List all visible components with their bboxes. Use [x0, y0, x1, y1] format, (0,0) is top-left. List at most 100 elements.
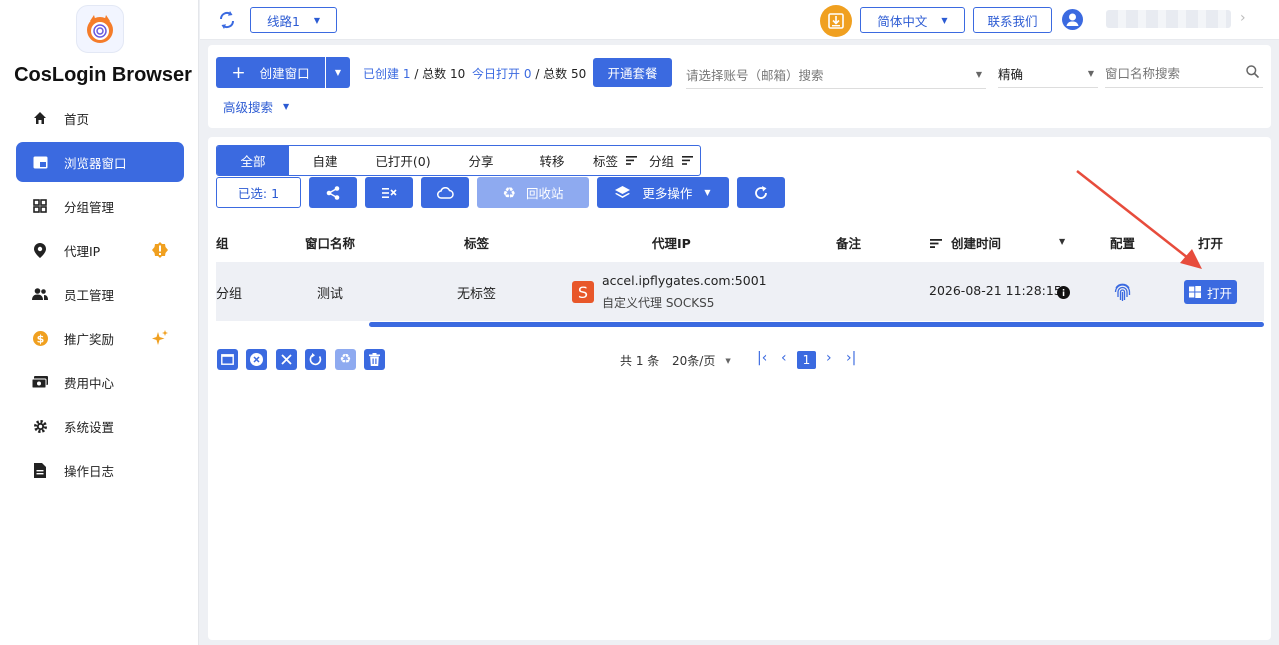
caret-down-icon: ▼	[725, 356, 731, 365]
refresh-list-button[interactable]	[737, 177, 785, 208]
tab-self-created[interactable]: 自建	[289, 146, 361, 175]
tab-label: 标签	[592, 154, 618, 169]
sidebar-item-proxy-ip[interactable]: 代理IP	[16, 230, 184, 270]
prev-page-icon[interactable]: ‹	[781, 350, 787, 366]
sort-icon[interactable]	[930, 237, 942, 252]
sidebar-item-groups[interactable]: 分组管理	[16, 186, 184, 226]
location-pin-icon	[32, 242, 48, 258]
sidebar-item-settings[interactable]: 系统设置	[16, 406, 184, 446]
sidebar-item-label: 系统设置	[64, 419, 115, 435]
layers-icon	[615, 185, 631, 198]
column-header-window-name: 窗口名称	[305, 236, 356, 251]
close-button[interactable]	[276, 349, 297, 370]
window-name-search[interactable]	[1105, 59, 1263, 88]
transfer-icon	[381, 187, 397, 198]
advanced-search-toggle[interactable]: 高级搜索 ▼	[223, 97, 289, 116]
refresh-icon	[755, 185, 767, 199]
route-select[interactable]: 线路1 ▼	[250, 7, 337, 33]
column-header-note: 备注	[836, 236, 862, 251]
info-icon[interactable]	[1057, 286, 1070, 303]
sidebar-item-home[interactable]: 首页	[16, 98, 184, 138]
share-button[interactable]	[309, 177, 357, 208]
blurred-username	[1106, 10, 1231, 28]
sidebar-item-billing[interactable]: 费用中心	[16, 362, 184, 402]
account-search-select[interactable]: 请选择账号（邮箱）搜索 ▼	[686, 60, 986, 89]
sparkle-icon	[152, 330, 168, 349]
recycle-icon: ♻	[339, 352, 352, 367]
proxy-badge-letter: S	[577, 282, 589, 302]
caret-down-icon: ▼	[975, 69, 982, 79]
sidebar-item-label: 操作日志	[64, 463, 115, 479]
restart-button[interactable]	[305, 349, 326, 370]
refresh-icon[interactable]	[218, 10, 236, 34]
tab-shared[interactable]: 分享	[445, 146, 517, 175]
row-group: 分组	[216, 287, 243, 302]
home-icon	[32, 110, 48, 126]
first-page-icon[interactable]: |‹	[757, 350, 767, 366]
created-stat: 已创建 1 / 总数 10	[363, 65, 465, 82]
create-window-dropdown[interactable]: ▼	[326, 57, 350, 88]
plus-icon: +	[231, 62, 246, 83]
close-circle-button[interactable]	[246, 349, 267, 370]
account-icon[interactable]	[1062, 9, 1083, 34]
sidebar-item-browser-windows[interactable]: 浏览器窗口	[16, 142, 184, 182]
delete-button[interactable]	[364, 349, 385, 370]
tab-opened[interactable]: 已打开(0)	[361, 146, 445, 175]
more-actions-label: 更多操作	[642, 186, 693, 201]
sort-icon	[682, 153, 693, 168]
download-icon	[828, 13, 844, 29]
tab-label: 分组	[648, 154, 674, 169]
contact-us-button[interactable]: 联系我们	[973, 7, 1052, 33]
recycle-button[interactable]: ♻	[335, 349, 356, 370]
more-actions-button[interactable]: 更多操作 ▼	[597, 177, 729, 208]
create-window-button[interactable]: + 创建窗口	[216, 57, 325, 88]
window-name-search-input[interactable]	[1105, 65, 1235, 81]
transfer-button[interactable]	[365, 177, 413, 208]
sidebar-item-label: 代理IP	[64, 243, 101, 259]
open-browser-button[interactable]: 打开	[1184, 280, 1237, 304]
created-total: / 总数 10	[414, 67, 466, 81]
caret-down-icon: ▼	[1087, 68, 1094, 78]
brand-name: CosLogin Browser	[14, 64, 192, 86]
sidebar-item-staff[interactable]: 员工管理	[16, 274, 184, 314]
selected-count-button[interactable]: 已选: 1	[216, 177, 301, 208]
cloud-button[interactable]	[421, 177, 469, 208]
close-circle-icon	[250, 353, 263, 366]
caret-down-icon: ▼	[283, 102, 290, 111]
sidebar-item-referral[interactable]: $ 推广奖励	[16, 318, 184, 358]
last-page-icon[interactable]: ›|	[846, 350, 856, 366]
tab-transfer[interactable]: 转移	[517, 146, 587, 175]
close-icon	[281, 354, 292, 365]
next-page-icon[interactable]: ›	[826, 350, 832, 366]
contact-label: 联系我们	[987, 13, 1038, 29]
page-number-current[interactable]: 1	[797, 351, 816, 369]
filter-tabs: 全部 自建 已打开(0) 分享 转移 标签 分组	[216, 145, 701, 176]
sidebar-item-logs[interactable]: 操作日志	[16, 450, 184, 490]
tab-label: 分享	[468, 154, 494, 169]
row-tag: 无标签	[457, 287, 497, 302]
tab-groups[interactable]: 分组	[643, 146, 699, 175]
account-search-placeholder: 请选择账号（邮箱）搜索	[686, 67, 824, 83]
subscribe-button[interactable]: 开通套餐	[593, 58, 672, 87]
tab-tags[interactable]: 标签	[587, 146, 643, 175]
language-select[interactable]: 简体中文 ▼	[860, 7, 965, 33]
tab-label: 全部	[240, 154, 266, 169]
horizontal-scrollbar[interactable]	[369, 322, 1264, 327]
advanced-search-label: 高级搜索	[223, 100, 274, 115]
recycle-bin-button[interactable]: ♻ 回收站	[477, 177, 589, 208]
fingerprint-icon[interactable]	[1113, 282, 1132, 306]
opened-stat: 今日打开 0 / 总数 50	[472, 65, 586, 82]
window-icon	[221, 354, 234, 365]
search-icon[interactable]	[1246, 65, 1260, 82]
caret-down-icon[interactable]: ▼	[1059, 237, 1065, 246]
match-mode-select[interactable]: 精确 ▼	[998, 59, 1098, 88]
download-button[interactable]	[820, 5, 852, 37]
chevron-right-icon[interactable]: ›	[1240, 10, 1246, 26]
select-window-button[interactable]	[217, 349, 238, 370]
page-size-select[interactable]: 20条/页 ▼	[672, 352, 731, 369]
column-header-created-time[interactable]: 创建时间	[951, 233, 1001, 252]
annotation-arrow	[1076, 170, 1202, 269]
create-window-label: 创建窗口	[259, 66, 310, 81]
selected-count-label: 已选: 1	[237, 186, 280, 201]
tab-all[interactable]: 全部	[217, 146, 289, 175]
